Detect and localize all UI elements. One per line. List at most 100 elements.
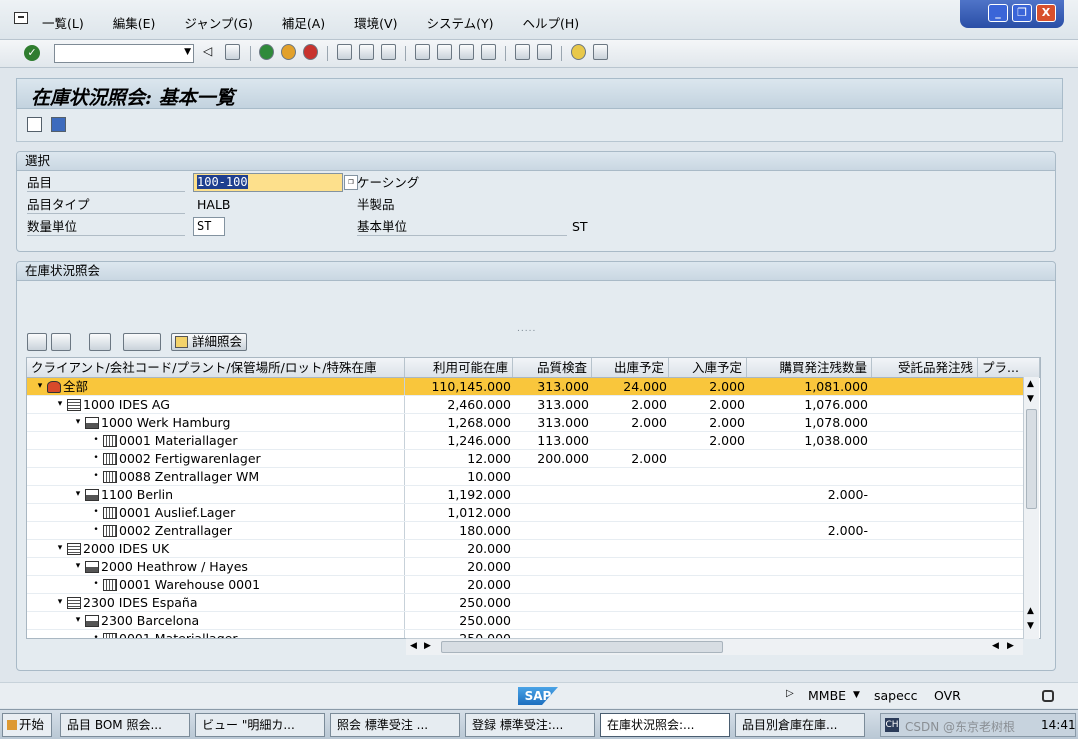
splitter-handle[interactable]: .....: [517, 324, 536, 334]
tree-node[interactable]: ▾ 1100 Berlin: [73, 486, 173, 503]
table-row[interactable]: • 0002 Fertigwarenlager 12.000 200.000 2.000: [27, 450, 1027, 468]
lock-icon[interactable]: [1042, 690, 1054, 702]
help-icon[interactable]: [571, 44, 586, 60]
table-row[interactable]: ▾ 全部 110,145.000 313.000 24.000 2.000 1,081.00…: [27, 378, 1027, 396]
tree-node[interactable]: ▾ 全部: [35, 378, 88, 395]
scroll-up-icon[interactable]: ▲: [1027, 379, 1034, 389]
table-row[interactable]: ▾ 2300 Barcelona 250.000: [27, 612, 1027, 630]
detail-display-button[interactable]: 詳細照会: [171, 333, 248, 351]
col-plant[interactable]: プラ...: [978, 358, 1040, 377]
start-button[interactable]: 开始: [2, 713, 52, 737]
status-dropdown-icon[interactable]: ▼: [853, 690, 860, 700]
tree-node[interactable]: ▾ 2000 IDES UK: [55, 540, 170, 557]
scroll-left-icon[interactable]: ◀: [992, 641, 999, 651]
table-row[interactable]: ▾ 2000 IDES UK 20.000: [27, 540, 1027, 558]
menu-edit[interactable]: 編集(E): [113, 13, 156, 32]
col-hierarchy[interactable]: クライアント/会社コード/プラント/保管場所/ロット/特殊在庫: [27, 358, 405, 377]
scroll-left-icon[interactable]: ◀: [410, 641, 417, 651]
menu-list[interactable]: 一覧(L): [42, 13, 84, 32]
table-row[interactable]: • 0002 Zentrallager 180.000 2.000-: [27, 522, 1027, 540]
tree-node[interactable]: • 0002 Zentrallager: [91, 522, 232, 539]
scroll-up-icon[interactable]: ▲: [1027, 606, 1034, 616]
collapse-left-icon[interactable]: ◁: [203, 44, 218, 60]
cancel-icon[interactable]: [303, 44, 318, 60]
taskbar-item[interactable]: 登録 標準受注:...: [465, 713, 595, 737]
expand-all-icon[interactable]: [27, 333, 47, 351]
minimize-button[interactable]: _: [988, 4, 1008, 22]
table-row[interactable]: ▾ 1100 Berlin 1,192.000 2.000-: [27, 486, 1027, 504]
col-quality[interactable]: 品質検査: [513, 358, 592, 377]
find-next-icon[interactable]: [381, 44, 396, 60]
tree-node[interactable]: • 0001 Materiallager: [91, 432, 237, 449]
col-issue[interactable]: 出庫予定: [592, 358, 669, 377]
table-row[interactable]: • 0001 Auslief.Lager 1,012.000: [27, 504, 1027, 522]
tree-node[interactable]: • 0002 Fertigwarenlager: [91, 450, 260, 467]
scroll-right-icon[interactable]: ▶: [1007, 641, 1014, 651]
col-open-po[interactable]: 購買発注残数量: [747, 358, 872, 377]
expand-toggle-icon[interactable]: ▾: [55, 396, 65, 413]
save-icon[interactable]: [225, 44, 240, 60]
f4-help-icon[interactable]: ❐: [344, 175, 358, 190]
insert-mode[interactable]: OVR: [934, 688, 961, 703]
new-session-icon[interactable]: [515, 44, 530, 60]
vertical-scrollbar[interactable]: ▲ ▼ ▲ ▼: [1023, 377, 1039, 639]
print-icon[interactable]: [337, 44, 352, 60]
exit-icon[interactable]: [281, 44, 296, 60]
horizontal-scroll-thumb[interactable]: [441, 641, 723, 653]
status-expand-icon[interactable]: ▷: [786, 688, 794, 699]
menu-environment[interactable]: 環境(V): [354, 13, 397, 32]
command-field[interactable]: ▼: [54, 44, 194, 63]
menu-help[interactable]: ヘルプ(H): [522, 13, 579, 32]
vertical-scroll-thumb[interactable]: [1026, 409, 1037, 509]
material-input[interactable]: 100-100: [193, 173, 343, 192]
system-menu-icon[interactable]: [14, 12, 28, 24]
next-page-icon[interactable]: [459, 44, 474, 60]
taskbar-item[interactable]: 品目別倉庫在庫...: [735, 713, 865, 737]
display-material-icon[interactable]: [27, 117, 42, 132]
expand-toggle-icon[interactable]: ▾: [55, 540, 65, 557]
horizontal-scrollbar[interactable]: ◀ ▶ ◀ ▶: [406, 638, 1023, 655]
taskbar-item[interactable]: 照会 標準受注 ...: [330, 713, 460, 737]
taskbar-item[interactable]: ビュー "明細カ...: [195, 713, 325, 737]
tree-node[interactable]: ▾ 2300 Barcelona: [73, 612, 199, 629]
previous-page-icon[interactable]: [437, 44, 452, 60]
col-unrestricted[interactable]: 利用可能在庫: [405, 358, 513, 377]
tree-node[interactable]: ▾ 2000 Heathrow / Hayes: [73, 558, 248, 575]
first-page-icon[interactable]: [415, 44, 430, 60]
col-consignment[interactable]: 受託品発注残: [872, 358, 978, 377]
table-row[interactable]: • 0001 Materiallager 1,246.000 113.000 2.000…: [27, 432, 1027, 450]
table-row[interactable]: • 0088 Zentrallager WM 10.000: [27, 468, 1027, 486]
unit-input[interactable]: ST: [193, 217, 225, 236]
chevron-down-icon[interactable]: ▼: [184, 47, 191, 57]
tree-node[interactable]: ▾ 1000 Werk Hamburg: [73, 414, 231, 431]
expand-toggle-icon[interactable]: ▾: [73, 414, 83, 431]
taskbar-item[interactable]: 品目 BOM 照会...: [60, 713, 190, 737]
col-receipt[interactable]: 入庫予定: [669, 358, 747, 377]
tree-node[interactable]: ▾ 1000 IDES AG: [55, 396, 170, 413]
restore-button[interactable]: ❐: [1012, 4, 1032, 22]
expand-toggle-icon[interactable]: ▾: [73, 612, 83, 629]
scroll-right-icon[interactable]: ▶: [424, 641, 431, 651]
print-menu-icon[interactable]: [123, 333, 161, 351]
last-page-icon[interactable]: [481, 44, 496, 60]
expand-toggle-icon[interactable]: ▾: [73, 486, 83, 503]
input-method-icon[interactable]: CH: [885, 718, 899, 732]
expand-toggle-icon[interactable]: ▾: [73, 558, 83, 575]
close-button[interactable]: X: [1036, 4, 1056, 22]
table-row[interactable]: ▾ 1000 Werk Hamburg 1,268.000 313.000 2.000 2…: [27, 414, 1027, 432]
find-icon[interactable]: [359, 44, 374, 60]
back-icon[interactable]: [259, 44, 274, 60]
collapse-all-icon[interactable]: [51, 333, 71, 351]
scroll-down-icon[interactable]: ▼: [1027, 394, 1034, 404]
tree-node[interactable]: • 0001 Auslief.Lager: [91, 504, 235, 521]
tree-node[interactable]: • 0001 Materiallager: [91, 630, 237, 638]
expand-toggle-icon[interactable]: ▾: [55, 594, 65, 611]
menu-extras[interactable]: 補足(A): [282, 13, 325, 32]
taskbar-item-active[interactable]: 在庫状況照会:...: [600, 713, 730, 737]
table-row[interactable]: ▾ 2300 IDES España 250.000: [27, 594, 1027, 612]
check-icon[interactable]: ✓: [24, 45, 40, 61]
refresh-icon[interactable]: [51, 117, 66, 132]
tree-node[interactable]: • 0088 Zentrallager WM: [91, 468, 259, 485]
tree-node[interactable]: ▾ 2300 IDES España: [55, 594, 198, 611]
tree-node[interactable]: • 0001 Warehouse 0001: [91, 576, 260, 593]
